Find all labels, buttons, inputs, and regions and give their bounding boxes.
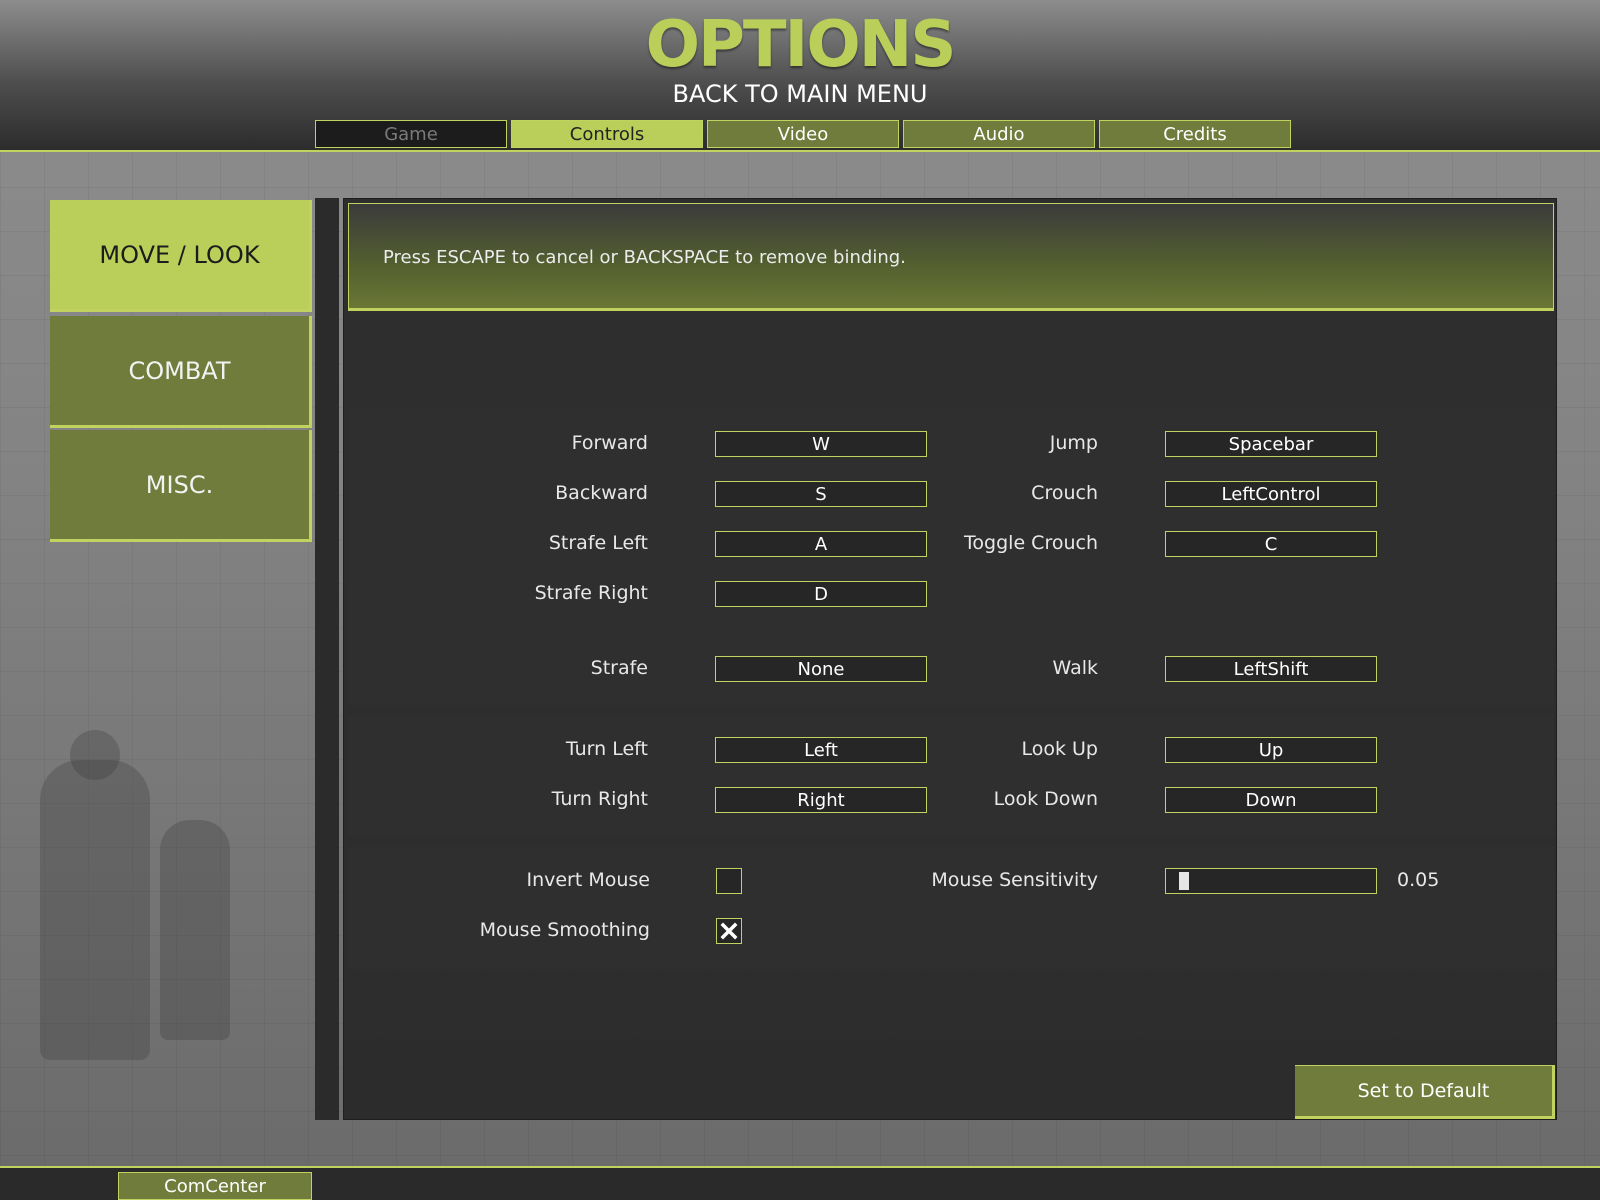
binding-key-strafe[interactable]: None [715, 656, 927, 682]
binding-label-look-up: Look Up [1021, 738, 1098, 760]
check-x-icon [720, 922, 738, 940]
panel-scroll-rail [315, 198, 339, 1120]
binding-key-forward[interactable]: W [715, 431, 927, 457]
binding-key-walk[interactable]: LeftShift [1165, 656, 1377, 682]
category-move-look[interactable]: MOVE / LOOK [50, 200, 312, 312]
binding-label-walk: Walk [1052, 657, 1099, 679]
binding-label-look-down: Look Down [993, 788, 1098, 810]
binding-label-forward: Forward [571, 432, 648, 454]
soldier-silhouette [40, 760, 150, 1060]
tab-controls[interactable]: Controls [511, 120, 703, 148]
binding-key-look-up[interactable]: Up [1165, 737, 1377, 763]
options-tabs: Game Controls Video Audio Credits [315, 120, 1291, 148]
binding-label-toggle-crouch: Toggle Crouch [964, 532, 1098, 554]
set-to-default-button[interactable]: Set to Default [1295, 1065, 1555, 1119]
mouse-sensitivity-slider[interactable] [1165, 868, 1377, 894]
mouse-sensitivity-value: 0.05 [1397, 869, 1440, 891]
binding-key-look-down[interactable]: Down [1165, 787, 1377, 813]
page-title: OPTIONS [645, 8, 957, 82]
back-to-main-menu-link[interactable]: BACK TO MAIN MENU [0, 80, 1600, 108]
mouse-settings-group [348, 847, 1554, 969]
binding-key-crouch[interactable]: LeftControl [1165, 481, 1377, 507]
binding-label-strafe: Strafe [590, 657, 648, 679]
footer-bar: ComCenter [0, 1166, 1600, 1200]
binding-label-turn-right: Turn Right [551, 788, 648, 810]
tab-video[interactable]: Video [707, 120, 899, 148]
binding-key-turn-right[interactable]: Right [715, 787, 927, 813]
slider-thumb[interactable] [1178, 872, 1189, 890]
binding-key-jump[interactable]: Spacebar [1165, 431, 1377, 457]
invert-mouse-label: Invert Mouse [526, 869, 650, 891]
binding-key-backward[interactable]: S [715, 481, 927, 507]
options-header: OPTIONS BACK TO MAIN MENU Game Controls … [0, 0, 1600, 152]
category-combat[interactable]: COMBAT [50, 316, 312, 428]
category-misc[interactable]: MISC. [50, 430, 312, 542]
tab-game[interactable]: Game [315, 120, 507, 148]
soldier-silhouette [160, 820, 230, 1040]
notice-text: Press ESCAPE to cancel or BACKSPACE to r… [383, 247, 906, 268]
binding-notice: Press ESCAPE to cancel or BACKSPACE to r… [348, 203, 1554, 311]
comcenter-button[interactable]: ComCenter [118, 1172, 312, 1200]
mouse-sensitivity-label: Mouse Sensitivity [931, 869, 1098, 891]
controls-panel: Press ESCAPE to cancel or BACKSPACE to r… [343, 198, 1557, 1120]
tab-audio[interactable]: Audio [903, 120, 1095, 148]
binding-label-backward: Backward [555, 482, 648, 504]
binding-label-turn-left: Turn Left [565, 738, 648, 760]
mouse-smoothing-label: Mouse Smoothing [479, 919, 650, 941]
invert-mouse-checkbox[interactable] [716, 868, 742, 894]
binding-key-strafe-right[interactable]: D [715, 581, 927, 607]
soldier-silhouette [70, 730, 120, 780]
turning-bindings-group [348, 715, 1554, 837]
binding-label-strafe-left: Strafe Left [548, 532, 648, 554]
binding-key-turn-left[interactable]: Left [715, 737, 927, 763]
binding-label-strafe-right: Strafe Right [534, 582, 648, 604]
mouse-smoothing-checkbox[interactable] [716, 918, 742, 944]
binding-key-strafe-left[interactable]: A [715, 531, 927, 557]
binding-key-toggle-crouch[interactable]: C [1165, 531, 1377, 557]
binding-label-jump: Jump [1049, 432, 1098, 454]
binding-label-crouch: Crouch [1031, 482, 1098, 504]
tab-credits[interactable]: Credits [1099, 120, 1291, 148]
